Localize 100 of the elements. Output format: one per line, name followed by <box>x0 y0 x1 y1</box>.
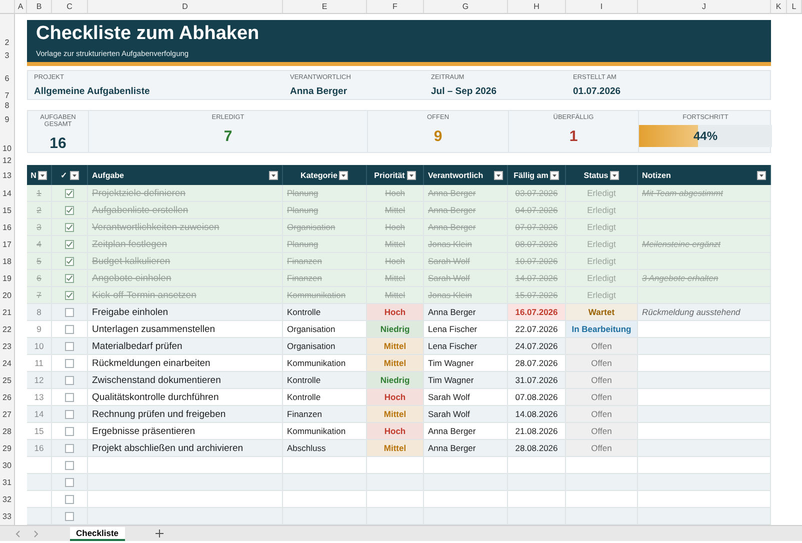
row-number: 28 <box>0 423 15 440</box>
checkbox[interactable] <box>65 256 74 266</box>
filter-dropdown-icon[interactable] <box>406 170 416 180</box>
status-cell: Erledigt <box>566 185 638 202</box>
checkbox[interactable] <box>65 410 74 418</box>
filter-dropdown-icon[interactable] <box>38 170 48 180</box>
task-number: 11 <box>27 355 52 372</box>
row-number: 13 <box>0 165 15 185</box>
checkbox[interactable] <box>65 426 74 436</box>
task-name: Freigabe einholen <box>88 304 283 321</box>
sheet-tab[interactable]: Checkliste <box>70 526 125 540</box>
next-sheet-icon[interactable] <box>32 530 40 538</box>
filter-dropdown-icon[interactable] <box>494 170 503 180</box>
priority-cell: Hoch <box>367 423 424 440</box>
row-number: 19 <box>0 270 15 287</box>
filter-dropdown-icon[interactable] <box>757 170 766 180</box>
row-number: 2 <box>4 37 10 47</box>
checkbox[interactable] <box>65 512 74 520</box>
checkbox[interactable] <box>65 240 74 248</box>
priority-cell: Mittel <box>367 338 424 355</box>
row-number: 30 <box>0 457 15 474</box>
status-cell: Offen <box>566 423 638 440</box>
column-header-cell[interactable]: Fällig am <box>508 165 566 185</box>
stat-value: 9 <box>434 128 442 145</box>
notes-cell: Rückmeldung ausstehend <box>638 304 771 321</box>
checkbox[interactable] <box>65 308 74 316</box>
status-cell: In Bearbeitung <box>566 321 638 338</box>
checkbox[interactable] <box>65 444 74 452</box>
due-date-cell: 24.07.2026 <box>508 338 566 355</box>
column-header-cell[interactable]: Verantwortlich <box>424 165 508 185</box>
checkbox[interactable] <box>65 274 74 282</box>
status-cell: Erledigt <box>566 219 638 236</box>
task-name: Angebote einholen <box>88 270 283 287</box>
status-cell: Erledigt <box>566 236 638 253</box>
checkbox[interactable] <box>65 392 74 402</box>
column-header-cell[interactable]: ✓ <box>52 165 88 185</box>
category-cell: Kontrolle <box>283 304 367 321</box>
due-date-cell: 08.07.2026 <box>508 236 566 253</box>
task-number: 10 <box>27 338 52 355</box>
column-header-cell[interactable]: Status <box>566 165 638 185</box>
column-header-cell[interactable]: Aufgabe <box>88 165 283 185</box>
category-cell: Kommunikation <box>283 355 367 372</box>
column-header[interactable]: J <box>638 0 771 13</box>
checkbox[interactable] <box>65 324 74 334</box>
task-name: Aufgabenliste erstellen <box>88 202 283 219</box>
column-header-cell[interactable]: Kategorie <box>283 165 367 185</box>
checkbox[interactable] <box>65 358 74 368</box>
row-number: 15 <box>0 202 15 219</box>
checkbox[interactable] <box>65 222 74 232</box>
add-sheet-icon[interactable] <box>154 529 164 538</box>
task-number: 13 <box>27 389 52 406</box>
checkbox[interactable] <box>65 342 74 350</box>
column-header[interactable]: G <box>424 0 508 13</box>
task-name: Verantwortlichkeiten zuweisen <box>88 219 283 236</box>
category-cell: Organisation <box>283 338 367 355</box>
column-header[interactable]: D <box>88 0 283 13</box>
column-header[interactable]: B <box>27 0 52 13</box>
checkbox[interactable] <box>65 290 74 300</box>
row-number: 24 <box>0 355 15 372</box>
column-header[interactable]: L <box>787 0 802 13</box>
column-header[interactable]: H <box>508 0 566 13</box>
row-number: 6 <box>4 73 10 83</box>
filter-dropdown-icon[interactable] <box>550 170 560 180</box>
status-cell: Erledigt <box>566 270 638 287</box>
task-name: Budget kalkulieren <box>88 253 283 270</box>
column-header[interactable]: K <box>771 0 787 13</box>
category-cell: Organisation <box>283 219 367 236</box>
filter-dropdown-icon[interactable] <box>339 170 348 180</box>
checkbox[interactable] <box>65 188 74 198</box>
column-header[interactable]: F <box>367 0 424 13</box>
checkbox[interactable] <box>65 460 74 470</box>
column-header[interactable]: E <box>283 0 367 13</box>
owner-cell: Sarah Wolf <box>424 389 508 406</box>
column-header[interactable]: C <box>52 0 88 13</box>
column-header[interactable]: A <box>15 0 27 13</box>
column-header-cell[interactable]: Notizen <box>638 165 771 185</box>
task-number: 5 <box>27 253 52 270</box>
task-name: Projektziele definieren <box>88 185 283 202</box>
stat-value: 16 <box>50 135 66 152</box>
column-header[interactable]: I <box>566 0 638 13</box>
previous-sheet-icon[interactable] <box>14 530 22 538</box>
priority-cell: Mittel <box>367 355 424 372</box>
status-cell: Wartet <box>566 304 638 321</box>
status-cell: Offen <box>566 406 638 423</box>
filter-dropdown-icon[interactable] <box>269 170 278 180</box>
column-header-cell[interactable]: N <box>27 165 52 185</box>
checkbox[interactable] <box>65 494 74 504</box>
owner-cell: Anna Berger <box>424 202 508 219</box>
filter-dropdown-icon[interactable] <box>610 170 620 180</box>
row-number: 26 <box>0 389 15 406</box>
column-header-cell[interactable]: Priorität <box>367 165 424 185</box>
checkbox[interactable] <box>65 206 74 214</box>
owner-cell: Jonas Klein <box>424 236 508 253</box>
checkbox[interactable] <box>65 478 74 486</box>
filter-dropdown-icon[interactable] <box>70 170 78 180</box>
row-number: 12 <box>2 155 12 165</box>
task-number: 15 <box>27 423 52 440</box>
checkbox[interactable] <box>65 376 74 384</box>
priority-cell: Hoch <box>367 253 424 270</box>
owner-cell: Anna Berger <box>424 304 508 321</box>
